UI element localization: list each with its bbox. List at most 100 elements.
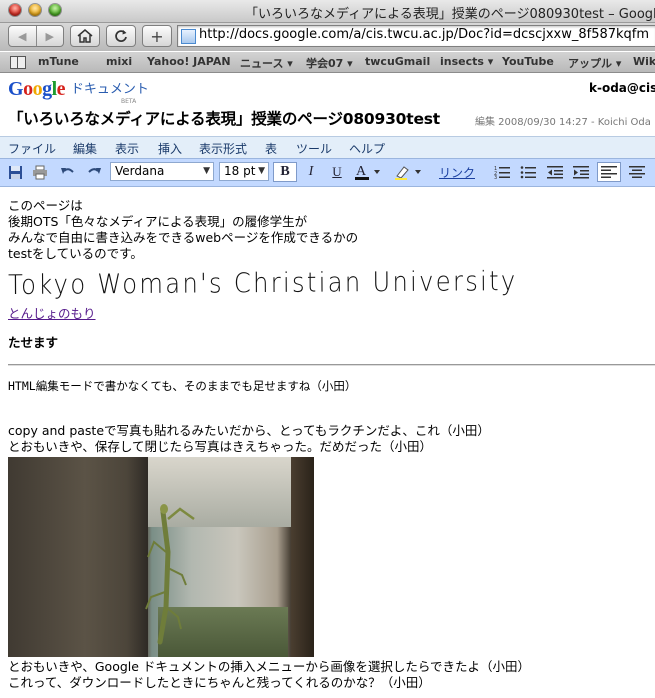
chevron-down-icon: ▼ (258, 166, 265, 176)
logo-letter: e (56, 78, 66, 100)
home-button[interactable] (70, 25, 100, 47)
menu-format[interactable]: 表示形式 (199, 140, 247, 157)
reload-icon (115, 30, 127, 42)
bookmark-item[interactable]: 学会07 ▾ (306, 55, 353, 71)
undo-button[interactable] (57, 162, 77, 182)
save-button[interactable] (5, 162, 25, 182)
svg-text:A: A (356, 164, 367, 179)
bold-line: たせます (8, 335, 59, 350)
indent-icon (573, 166, 589, 179)
numbered-list-icon: 123 (494, 166, 510, 179)
bookmark-item[interactable]: insects ▾ (440, 55, 493, 68)
numbered-list-button[interactable]: 123 (492, 162, 512, 182)
intro-line: みんなで自由に書き込みをできるwebページを作成できるかの (8, 230, 359, 245)
highlight-color-button[interactable] (392, 162, 426, 182)
plus-icon: + (150, 26, 164, 46)
intro-line: 後期OTS「色々なメディアによる表現」の履修学生が (8, 214, 308, 229)
undo-icon (60, 168, 74, 174)
edit-info: 編集 2008/09/30 14:27 - Koichi Oda (475, 117, 651, 128)
site-favicon-icon (181, 29, 196, 44)
docs-menubar: ファイル 編集 表示 挿入 表示形式 表 ツール ヘルプ (0, 136, 655, 158)
add-bookmark-button[interactable]: + (142, 25, 172, 47)
bookmark-item[interactable]: mTune (38, 55, 79, 68)
logo-product-name: ドキュメント (70, 82, 149, 97)
browser-toolbar: ◀ ▶ + http://docs.google.com/a/cis.twcu.… (0, 23, 655, 51)
intro-line: このページは (8, 198, 83, 213)
after-photo-line: とおもいきや、Google ドキュメントの挿入メニューから画像を選択したらできた… (8, 659, 531, 674)
bullet-list-icon (520, 166, 536, 179)
intro-line: testをしているのです。 (8, 246, 143, 261)
logo-google-wordmark: Google (8, 78, 66, 100)
font-size-select[interactable]: 18 pt ▼ (219, 162, 269, 181)
logo-letter: o (32, 78, 43, 100)
mantis-photo[interactable] (8, 457, 314, 657)
redo-button[interactable] (84, 162, 104, 182)
document-link[interactable]: とんじょのもり (8, 306, 96, 322)
back-forward-group: ◀ ▶ (8, 25, 64, 47)
logo-letter: o (23, 78, 33, 100)
menu-file[interactable]: ファイル (8, 140, 56, 157)
font-size-value: 18 pt (224, 164, 256, 178)
bookmark-item[interactable]: Wik (633, 55, 655, 68)
text-color-button[interactable]: A (353, 162, 385, 182)
menu-help[interactable]: ヘルプ (349, 140, 385, 157)
bookmark-item[interactable]: twcuGmail (365, 55, 430, 68)
bookmark-item[interactable]: Yahoo! JAPAN (147, 55, 231, 68)
align-left-icon (601, 166, 617, 178)
window-titlebar: 「いろいろなメディアによる表現」授業のページ080930test – Googl… (0, 0, 655, 23)
menu-insert[interactable]: 挿入 (158, 140, 182, 157)
align-center-icon (629, 166, 645, 178)
svg-text:3: 3 (494, 175, 497, 179)
google-docs-logo[interactable]: Google ドキュメント BETA (8, 78, 149, 105)
bullet-list-button[interactable] (518, 162, 538, 182)
bookmark-item[interactable]: アップル ▾ (568, 55, 621, 71)
italic-button[interactable]: I (300, 162, 322, 182)
zoom-window-button[interactable] (49, 4, 61, 16)
minimize-window-button[interactable] (29, 4, 41, 16)
bookmark-item[interactable]: mixi (106, 55, 132, 68)
close-window-button[interactable] (9, 4, 21, 16)
formatting-toolbar: Verdana ▼ 18 pt ▼ B I U A リンク 123 (0, 158, 655, 187)
window-title: 「いろいろなメディアによる表現」授業のページ080930test – Googl… (245, 7, 655, 22)
copy-note-line: とおもいきや、保存して閉じたら写真はきえちゃった。だめだった（小田） (8, 439, 433, 454)
reload-button[interactable] (106, 25, 136, 47)
document-body[interactable]: このページは 後期OTS「色々なメディアによる表現」の履修学生が みんなで自由に… (8, 198, 653, 262)
increase-indent-button[interactable] (571, 162, 591, 182)
forward-icon[interactable]: ▶ (37, 30, 64, 43)
align-center-button[interactable] (626, 162, 648, 182)
home-icon (77, 29, 93, 43)
document-title[interactable]: 「いろいろなメディアによる表現」授業のページ080930test (8, 107, 440, 129)
copy-note-line: copy and pasteで写真も貼れるみたいだから、とってもラクチンだよ、こ… (8, 423, 490, 438)
outdent-icon (547, 166, 563, 179)
text-color-icon: A (355, 164, 380, 180)
bookmark-item[interactable]: YouTube (502, 55, 554, 68)
decrease-indent-button[interactable] (545, 162, 565, 182)
handwritten-heading: Tokyo Woman's Christian University (8, 266, 518, 301)
print-button[interactable] (30, 162, 50, 182)
redo-icon (87, 168, 101, 174)
highlighter-icon (395, 166, 421, 180)
back-icon[interactable]: ◀ (9, 30, 36, 43)
logo-letter: G (8, 78, 24, 100)
bookmarks-bar: mTune mixi Yahoo! JAPAN ニュース ▾ 学会07 ▾ tw… (0, 52, 655, 73)
mantis-illustration (145, 504, 195, 645)
bookmarks-book-icon[interactable] (10, 56, 26, 69)
bold-button[interactable]: B (273, 162, 297, 182)
menu-edit[interactable]: 編集 (73, 140, 97, 157)
html-note: HTML編集モードで書かなくても、そのままでも足せますね（小田） (8, 379, 357, 393)
save-icon (8, 165, 22, 179)
menu-view[interactable]: 表示 (115, 140, 139, 157)
link-button[interactable]: リンク (438, 162, 476, 182)
align-left-button[interactable] (597, 162, 621, 182)
menu-table[interactable]: 表 (265, 140, 277, 157)
address-bar[interactable]: http://docs.google.com/a/cis.twcu.ac.jp/… (177, 25, 655, 47)
font-select-value: Verdana (115, 164, 165, 178)
bookmark-item[interactable]: ニュース ▾ (240, 55, 293, 71)
after-photo-text: とおもいきや、Google ドキュメントの挿入メニューから画像を選択したらできた… (8, 659, 530, 691)
menu-tools[interactable]: ツール (296, 140, 332, 157)
logo-letter: g (42, 78, 52, 100)
font-select[interactable]: Verdana ▼ (110, 162, 214, 181)
url-text[interactable]: http://docs.google.com/a/cis.twcu.ac.jp/… (199, 27, 649, 42)
underline-button[interactable]: U (326, 162, 348, 182)
user-account[interactable]: k-oda@cis (589, 81, 655, 95)
